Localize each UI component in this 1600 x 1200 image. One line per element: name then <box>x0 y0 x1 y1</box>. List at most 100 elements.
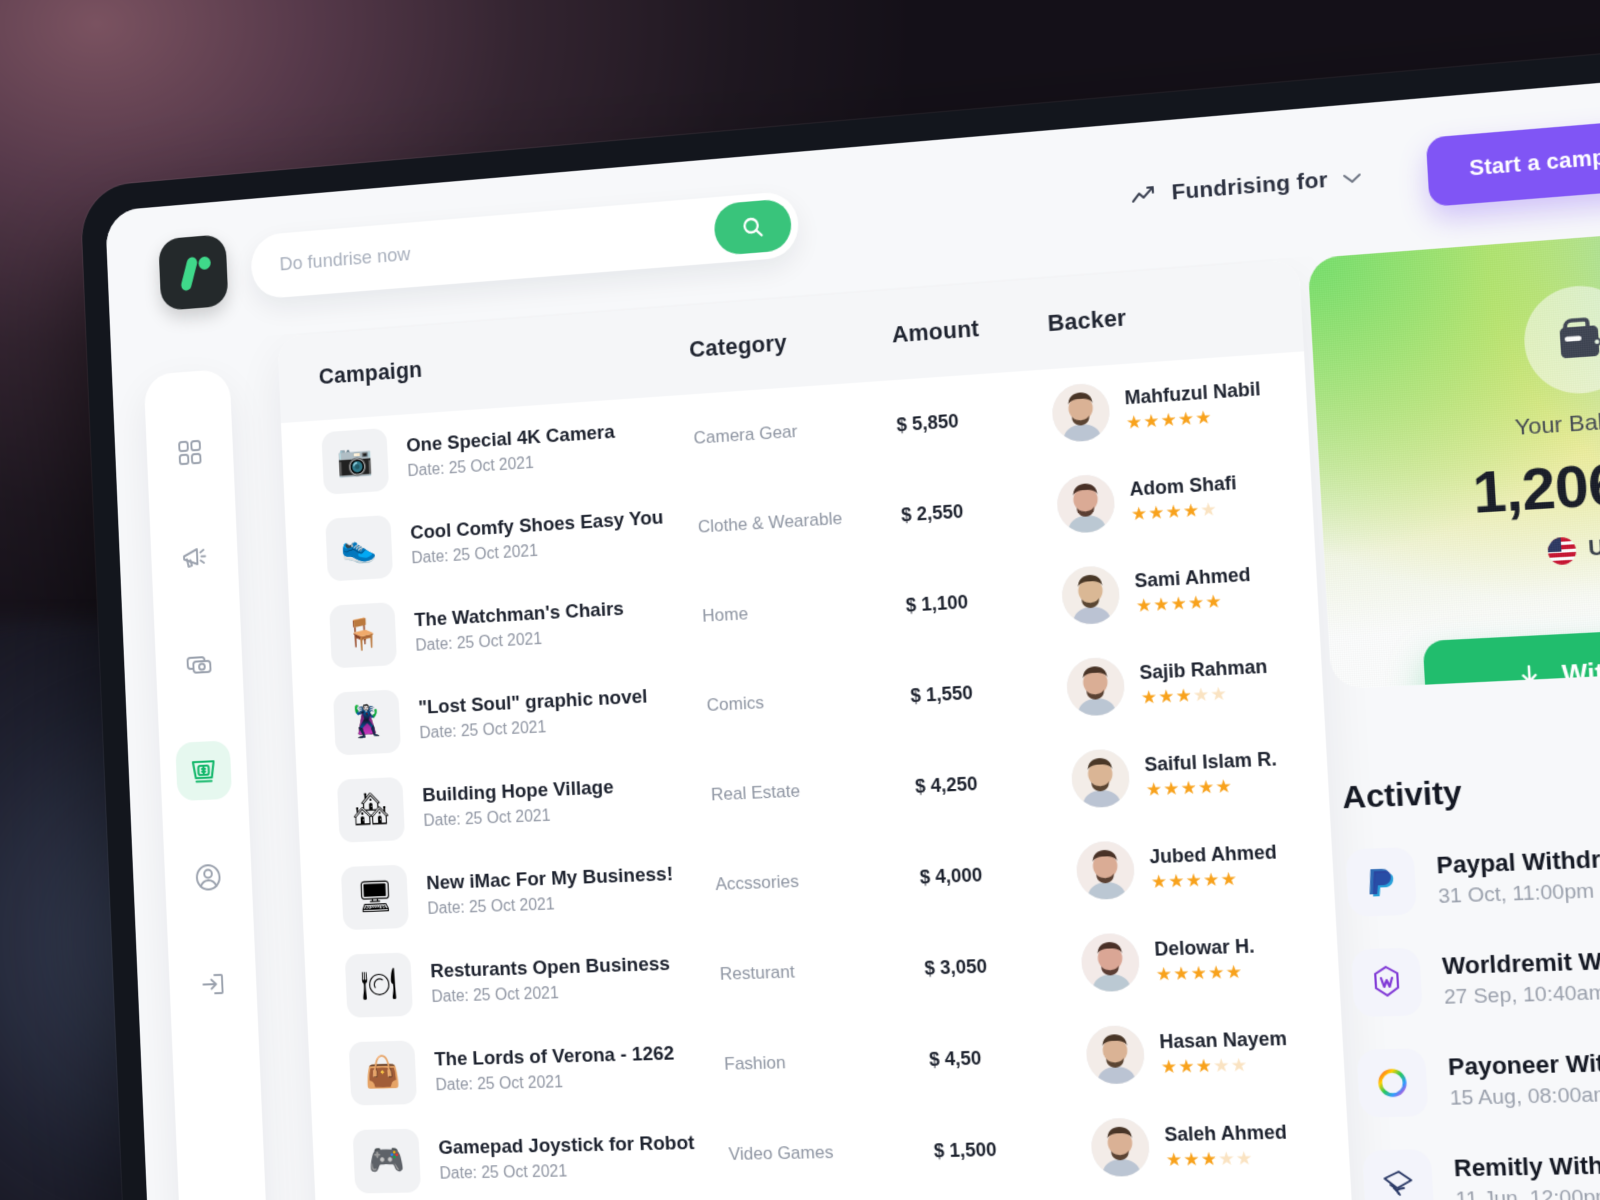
campaign-amount: $ 1,100 <box>905 590 969 616</box>
backer-rating: ★★★★★ <box>1130 499 1219 525</box>
activity-title: Activity <box>1341 774 1463 816</box>
gamepad-thumb: 🎮 <box>352 1128 422 1194</box>
right-panel: Your Balance 1,206.89 USD Withdraw Activ… <box>1288 215 1600 1200</box>
campaign-title: Building Hope Village <box>421 776 615 807</box>
fundraising-dropdown[interactable]: Fundrising for <box>1130 165 1363 209</box>
download-icon <box>1514 663 1545 690</box>
activity-time: 11 Jun, 12:00pm <box>1455 1185 1600 1200</box>
campaign-amount: $ 2,550 <box>900 500 964 526</box>
backer-name: Sajib Rahman <box>1138 655 1268 684</box>
sidebar-item-withdraw[interactable] <box>175 740 233 802</box>
column-header-campaign: Campaign <box>318 356 423 390</box>
campaign-date: Date: 25 Oct 2021 <box>431 985 560 1007</box>
search-input[interactable] <box>279 218 716 277</box>
sidebar-item-payments[interactable] <box>171 634 228 695</box>
withdraw-button[interactable]: Withdraw <box>1422 623 1600 690</box>
activity-name: Paypal Withdraw <box>1435 843 1600 879</box>
fundrise-logo[interactable] <box>158 233 229 311</box>
remitly-icon-badge <box>1362 1149 1435 1200</box>
grid-icon <box>178 439 202 466</box>
worldremit-icon <box>1367 963 1407 1001</box>
campaign-category: Camera Gear <box>693 421 798 448</box>
campaign-category: Video Games <box>728 1142 834 1165</box>
us-flag-icon <box>1547 536 1577 566</box>
avatar-illustration <box>1089 1117 1151 1177</box>
campaign-amount: $ 4,250 <box>914 772 979 797</box>
activity-name: Payoneer Withdraw <box>1447 1046 1600 1081</box>
backer-rating: ★★★★★ <box>1135 591 1224 617</box>
activity-list: Paypal Withdraw31 Oct, 11:00pm$ 1 Worldre… <box>1341 829 1600 1200</box>
trending-up-icon <box>1130 184 1159 207</box>
backer-avatar <box>1075 840 1136 901</box>
logo-slash-icon <box>179 256 199 292</box>
payoneer-icon-badge <box>1356 1048 1429 1118</box>
backer-avatar <box>1060 564 1121 626</box>
avatar-illustration <box>1080 932 1141 993</box>
sidebar-item-logout[interactable] <box>184 954 241 1014</box>
payoneer-icon <box>1373 1064 1413 1102</box>
avatar-illustration <box>1060 564 1121 626</box>
campaign-amount: $ 3,050 <box>923 955 988 979</box>
campaign-category: Home <box>701 603 749 626</box>
backer-name: Sami Ahmed <box>1133 563 1252 592</box>
campaign-date: Date: 25 Oct 2021 <box>419 719 547 743</box>
campaign-table-card: Campaign Category Amount Backer 📷 One Spe… <box>277 259 1370 1200</box>
backer-name: Adom Shafi <box>1129 472 1238 501</box>
start-campaign-button[interactable]: Start a campaign <box>1425 115 1600 207</box>
backer-rating: ★★★★★ <box>1155 961 1244 985</box>
avatar-illustration <box>1050 382 1111 444</box>
backer-rating: ★★★★★ <box>1160 1054 1249 1078</box>
money-icon <box>184 649 213 681</box>
wallet-icon-badge <box>1521 282 1600 397</box>
sidebar-item-campaigns[interactable] <box>166 528 223 589</box>
balance-card: Your Balance 1,206.89 USD Withdraw <box>1307 217 1600 690</box>
currency-code: USD <box>1587 534 1600 562</box>
column-header-category: Category <box>688 329 788 363</box>
campaign-date: Date: 25 Oct 2021 <box>435 1074 564 1095</box>
activity-item[interactable]: Paypal Withdraw31 Oct, 11:00pm$ 1 <box>1341 829 1600 917</box>
campaign-category: Fashion <box>723 1052 787 1074</box>
backer-avatar <box>1089 1117 1151 1177</box>
activity-header: Activity View all <box>1337 757 1600 817</box>
activity-item[interactable]: Payoneer Withdraw 15 Aug, 08:00am <box>1352 1036 1600 1118</box>
backer-name: Jubed Ahmed <box>1148 841 1278 868</box>
balance-currency: USD <box>1547 533 1600 566</box>
activity-item[interactable]: Remitly Withdraw 11 Jun, 12:00pm <box>1358 1140 1600 1200</box>
backer-avatar <box>1085 1025 1146 1085</box>
campaign-date: Date: 25 Oct 2021 <box>423 807 551 831</box>
backer-avatar <box>1080 932 1141 993</box>
comic-thumb: 🦹 <box>332 689 402 756</box>
search-bar <box>249 190 800 300</box>
balance-amount: 1,206.89 <box>1470 446 1600 526</box>
campaign-amount: $ 4,000 <box>919 863 983 888</box>
backer-rating: ★★★★★ <box>1145 775 1234 801</box>
search-button[interactable] <box>713 198 793 256</box>
campaign-title: New iMac For My Business! <box>425 863 674 895</box>
backer-rating: ★★★★★ <box>1165 1148 1255 1171</box>
campaign-title: Resturants Open Business <box>429 952 671 983</box>
withdraw-button-label: Withdraw <box>1561 654 1600 690</box>
avatar-illustration <box>1055 473 1116 535</box>
chevron-down-icon <box>1342 171 1362 185</box>
backer-avatar <box>1050 382 1111 444</box>
search-icon <box>740 214 765 241</box>
campaign-category: Clothe & Wearable <box>697 508 843 537</box>
backer-name: Delowar H. <box>1153 935 1256 961</box>
table-body: 📷 One Special 4K Camera Date: 25 Oct 2021 C… <box>281 351 1356 1200</box>
paypal-icon-badge <box>1345 846 1418 917</box>
activity-item[interactable]: Worldremit Withdraw 27 Sep, 10:40am <box>1346 933 1600 1018</box>
logo-dot-icon <box>198 256 211 271</box>
column-header-amount: Amount <box>891 315 980 348</box>
sidebar-item-profile[interactable] <box>180 847 237 908</box>
activity-name: Worldremit Withdraw <box>1441 943 1600 980</box>
balance-label: Your Balance <box>1514 406 1600 441</box>
remitly-icon <box>1378 1165 1418 1200</box>
shoe-thumb: 👟 <box>325 514 394 582</box>
backer-avatar <box>1065 656 1126 717</box>
logout-icon <box>198 969 228 1000</box>
imac-thumb: 🖥 <box>340 864 410 931</box>
campaign-date: Date: 25 Oct 2021 <box>427 896 555 919</box>
backer-rating: ★★★★★ <box>1140 683 1229 709</box>
sidebar-item-dashboard[interactable] <box>162 422 219 484</box>
